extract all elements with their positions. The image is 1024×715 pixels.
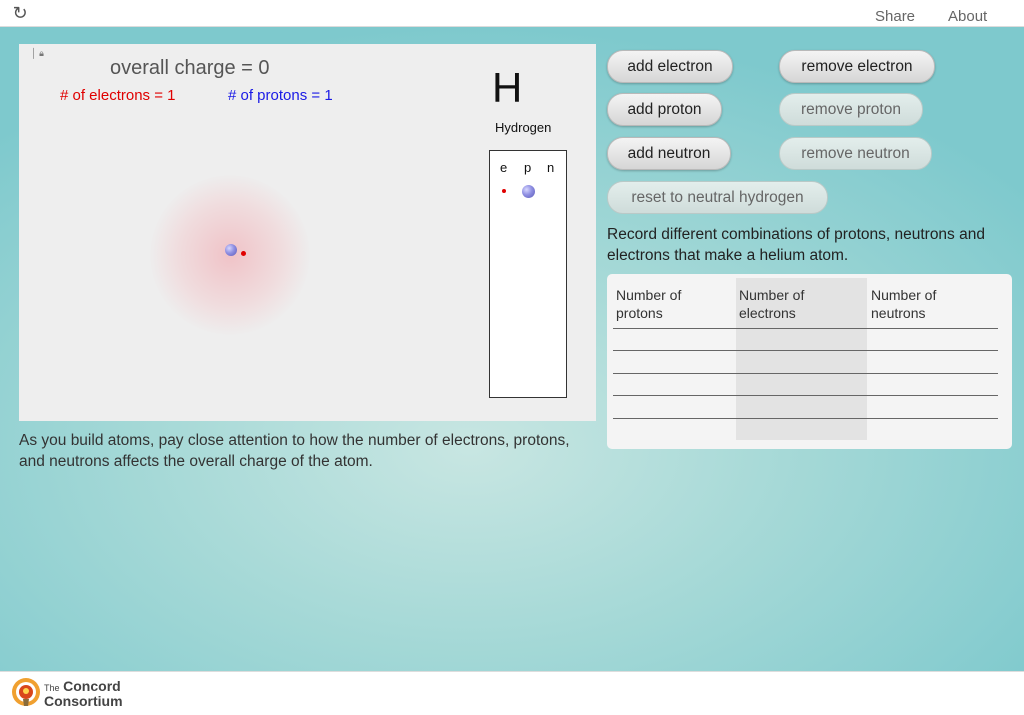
top-bar: ↻ Share About [0, 0, 1024, 27]
concord-logo-icon[interactable] [10, 676, 42, 710]
logo-concord: Concord [63, 678, 121, 694]
proton-count-label: # of protons = 1 [228, 87, 333, 104]
table-row[interactable] [613, 351, 998, 373]
proton-column-label: p [524, 160, 532, 175]
record-table-panel: Number of protons Number of electrons Nu… [607, 274, 1012, 449]
remove-electron-button[interactable]: remove electron [779, 50, 935, 83]
record-table: Number of protons Number of electrons Nu… [613, 278, 998, 440]
reload-icon[interactable]: ↻ [10, 4, 30, 24]
add-neutron-button[interactable]: add neutron [607, 137, 731, 170]
electron-column-label: e [500, 160, 508, 175]
helium-prompt: Record different combinations of protons… [607, 226, 985, 264]
about-link[interactable]: About [948, 8, 987, 25]
nucleus-proton[interactable] [225, 244, 237, 256]
instruction-text: As you build atoms, pay close attention … [19, 432, 570, 470]
bucket-proton[interactable] [522, 185, 535, 198]
share-link[interactable]: Share [875, 8, 915, 25]
logo-the: The [44, 683, 60, 693]
electrons-column-header: Number of electrons [739, 287, 805, 321]
logo-consortium: Consortium [44, 693, 123, 709]
particle-bucket: e p n [489, 150, 567, 398]
table-row[interactable] [613, 396, 998, 418]
overall-charge-label: overall charge = 0 [110, 57, 270, 79]
table-row[interactable] [613, 329, 998, 351]
reset-button[interactable]: reset to neutral hydrogen [607, 181, 828, 214]
remove-proton-button[interactable]: remove proton [779, 93, 923, 126]
add-electron-button[interactable]: add electron [607, 50, 733, 83]
protons-column-header: Number of protons [616, 287, 682, 321]
neutrons-column-header: Number of neutrons [871, 287, 937, 321]
footer: The Concord Consortium [0, 671, 1024, 715]
element-symbol: H [492, 64, 523, 111]
electron-count-label: # of electrons = 1 [60, 87, 176, 104]
atom-simulation[interactable]: │ 🔒︎ overall charge = 0 # of electrons =… [19, 44, 596, 421]
element-name: Hydrogen [495, 120, 552, 135]
lock-icon[interactable]: │ 🔒︎ [31, 48, 44, 59]
table-row[interactable] [613, 419, 998, 441]
remove-neutron-button[interactable]: remove neutron [779, 137, 932, 170]
add-proton-button[interactable]: add proton [607, 93, 722, 126]
electron[interactable] [241, 251, 246, 256]
bucket-electron[interactable] [502, 189, 506, 193]
concord-logo-text[interactable]: The Concord Consortium [44, 678, 123, 709]
table-row[interactable] [613, 374, 998, 396]
main-content: │ 🔒︎ overall charge = 0 # of electrons =… [0, 27, 1024, 671]
neutron-column-label: n [547, 160, 555, 175]
